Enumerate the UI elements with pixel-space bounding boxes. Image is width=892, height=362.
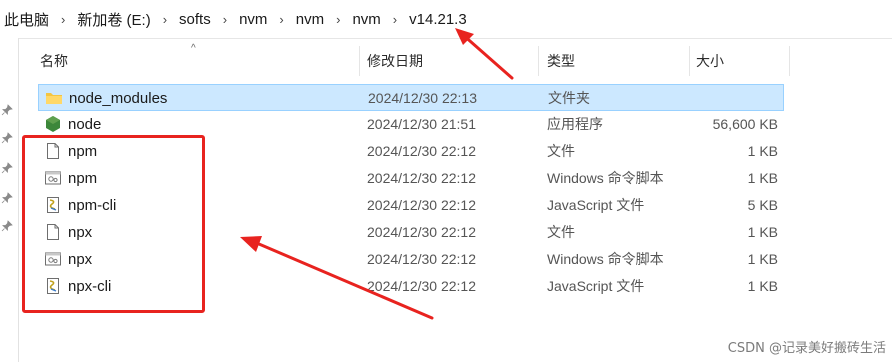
- file-row-node[interactable]: node 2024/12/30 21:51 应用程序 56,600 KB: [38, 111, 784, 138]
- chevron-right-icon[interactable]: ›: [273, 12, 289, 27]
- navigation-pane-strip[interactable]: [0, 38, 19, 362]
- file-name: node_modules: [69, 90, 168, 107]
- file-date: 2024/12/30 21:51: [367, 116, 476, 132]
- chevron-right-icon[interactable]: ›: [387, 12, 403, 27]
- file-type: 文件夹: [548, 90, 590, 106]
- folder-icon: [46, 93, 62, 104]
- file-size: 1 KB: [747, 251, 778, 267]
- address-breadcrumb: 此电脑 › 新加卷 (E:) › softs › nvm › nvm › nvm…: [0, 0, 892, 39]
- file-size: 1 KB: [747, 278, 778, 294]
- chevron-right-icon[interactable]: ›: [55, 12, 71, 27]
- column-divider[interactable]: [789, 46, 790, 76]
- file-type: JavaScript 文件: [547, 278, 645, 294]
- file-size: 1 KB: [747, 224, 778, 240]
- column-header-row: ^ 名称 修改日期 类型 大小: [18, 38, 892, 84]
- breadcrumb-item-drive-e[interactable]: 新加卷 (E:): [71, 0, 156, 38]
- breadcrumb-item-this-pc[interactable]: 此电脑: [0, 0, 55, 38]
- breadcrumb-item-nvm-1[interactable]: nvm: [233, 0, 273, 38]
- file-type: JavaScript 文件: [547, 197, 645, 213]
- file-size: 1 KB: [747, 143, 778, 159]
- column-header-name[interactable]: 名称: [40, 38, 360, 84]
- pin-icon: [1, 104, 13, 116]
- annotation-highlight-box: [22, 135, 205, 313]
- file-type: 应用程序: [547, 116, 603, 132]
- pin-icon: [1, 220, 13, 232]
- file-size: 5 KB: [747, 197, 778, 213]
- column-header-size[interactable]: 大小: [696, 38, 786, 84]
- file-type: Windows 命令脚本: [547, 170, 664, 186]
- file-size: 56,600 KB: [712, 116, 778, 132]
- file-date: 2024/12/30 22:12: [367, 143, 476, 159]
- column-divider[interactable]: [359, 46, 360, 76]
- nodejs-app-icon: [46, 116, 60, 132]
- file-date: 2024/12/30 22:12: [367, 197, 476, 213]
- chevron-right-icon[interactable]: ›: [157, 12, 173, 27]
- breadcrumb-item-softs[interactable]: softs: [173, 0, 217, 38]
- breadcrumb-item-nvm-2[interactable]: nvm: [290, 0, 330, 38]
- pin-icon: [1, 132, 13, 144]
- file-size: 1 KB: [747, 170, 778, 186]
- file-type: Windows 命令脚本: [547, 251, 664, 267]
- breadcrumb-item-version[interactable]: v14.21.3: [403, 0, 473, 38]
- file-date: 2024/12/30 22:12: [367, 170, 476, 186]
- file-type: 文件: [547, 224, 575, 240]
- column-divider[interactable]: [538, 46, 539, 76]
- file-name: node: [68, 116, 102, 133]
- watermark: CSDN @记录美好搬砖生活: [727, 341, 886, 356]
- breadcrumb-item-nvm-3[interactable]: nvm: [346, 0, 386, 38]
- chevron-right-icon[interactable]: ›: [330, 12, 346, 27]
- pin-icon: [1, 162, 13, 174]
- file-type: 文件: [547, 143, 575, 159]
- column-divider[interactable]: [689, 46, 690, 76]
- chevron-right-icon[interactable]: ›: [217, 12, 233, 27]
- file-date: 2024/12/30 22:13: [368, 90, 477, 106]
- file-date: 2024/12/30 22:12: [367, 251, 476, 267]
- file-date: 2024/12/30 22:12: [367, 224, 476, 240]
- file-row-node-modules[interactable]: node_modules 2024/12/30 22:13 文件夹: [38, 84, 784, 111]
- pin-icon: [1, 192, 13, 204]
- column-header-type[interactable]: 类型: [547, 38, 687, 84]
- column-header-date[interactable]: 修改日期: [367, 38, 537, 84]
- file-date: 2024/12/30 22:12: [367, 278, 476, 294]
